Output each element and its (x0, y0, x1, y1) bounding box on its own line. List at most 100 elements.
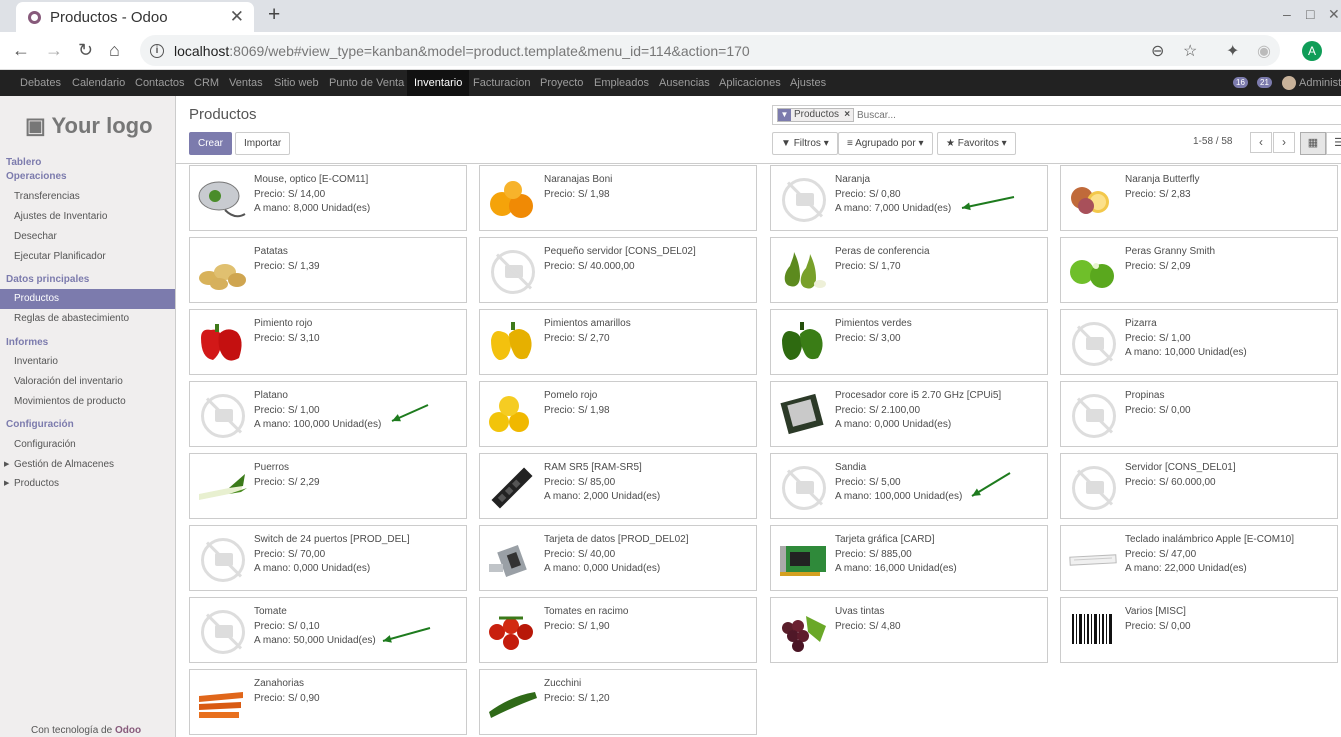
close-window-icon[interactable]: ✕ (1328, 6, 1340, 23)
menu-inventario[interactable]: Inventario (407, 70, 470, 96)
url-field[interactable]: i localhost:8069/web#view_type=kanban&mo… (140, 35, 1280, 66)
home-icon[interactable]: ⌂ (109, 40, 120, 61)
product-stock: A mano: 10,000 Unidad(es) (1125, 347, 1247, 358)
product-card[interactable]: Naranja Precio: S/ 0,80 A mano: 7,000 Unid… (770, 165, 1048, 231)
product-card[interactable]: Mouse, optico [E-COM11] Precio: S/ 14,00 A… (189, 165, 467, 231)
product-card[interactable]: Varios [MISC] Precio: S/ 0,00 (1060, 597, 1338, 663)
product-card[interactable]: Procesador core i5 2.70 GHz [CPUi5] Preci… (770, 381, 1048, 447)
product-card[interactable]: Propinas Precio: S/ 0,00 (1060, 381, 1338, 447)
sidebar-header-datos-principales[interactable]: Datos principales (0, 270, 175, 290)
product-card[interactable]: Sandia Precio: S/ 5,00 A mano: 100,000 Uni… (770, 453, 1048, 519)
odoo-link[interactable]: Odoo (115, 725, 141, 736)
create-button[interactable]: Crear (189, 132, 233, 155)
pager-next-button[interactable]: › (1273, 132, 1295, 153)
list-view-button[interactable]: ☰ (1326, 132, 1341, 155)
close-tab-icon[interactable]: ✕ (230, 7, 244, 27)
groupby-dropdown[interactable]: ≡ Agrupado por ▾ (838, 132, 933, 155)
site-info-icon[interactable]: i (150, 43, 164, 58)
menu-contactos[interactable]: Contactos (135, 70, 185, 96)
sidebar-item-reglas-abastecimiento[interactable]: Reglas de abastecimiento (0, 309, 175, 329)
menu-ausencias[interactable]: Ausencias (659, 70, 710, 96)
bookmark-star-icon[interactable]: ☆ (1183, 41, 1197, 61)
product-card[interactable]: Tarjeta de datos [PROD_DEL02] Precio: S/ … (479, 525, 757, 591)
messages-badge[interactable]: 16 (1233, 77, 1248, 88)
filters-dropdown[interactable]: ▼ Filtros ▾ (772, 132, 838, 155)
placeholder-icon (485, 246, 539, 296)
menu-proyecto[interactable]: Proyecto (540, 70, 583, 96)
sidebar-header-operaciones[interactable]: Operaciones (0, 167, 175, 187)
browser-tab[interactable]: Productos - Odoo ✕ (16, 2, 254, 32)
reload-icon[interactable]: ↻ (78, 40, 93, 61)
menu-facturacion[interactable]: Facturacion (473, 70, 530, 96)
product-card[interactable]: Patatas Precio: S/ 1,39 (189, 237, 467, 303)
product-card[interactable]: Tomates en racimo Precio: S/ 1,90 (479, 597, 757, 663)
product-card[interactable]: Puerros Precio: S/ 2,29 (189, 453, 467, 519)
import-button[interactable]: Importar (235, 132, 291, 155)
menu-debates[interactable]: Debates (20, 70, 61, 96)
product-name: Tomates en racimo (544, 606, 629, 617)
extension-icon-2[interactable]: ◉ (1257, 41, 1271, 61)
sidebar-item-transferencias[interactable]: Transferencias (0, 187, 175, 207)
menu-calendario[interactable]: Calendario (72, 70, 125, 96)
extension-icon[interactable]: ✦ (1226, 41, 1239, 61)
product-card[interactable]: Pimiento rojo Precio: S/ 3,10 (189, 309, 467, 375)
product-card[interactable]: Peras de conferencia Precio: S/ 1,70 (770, 237, 1048, 303)
product-card[interactable]: Servidor [CONS_DEL01] Precio: S/ 60.000,0… (1060, 453, 1338, 519)
maximize-icon[interactable]: □ (1306, 6, 1314, 22)
sidebar-item-ejecutar-planificador[interactable]: Ejecutar Planificador (0, 247, 175, 267)
menu-ventas[interactable]: Ventas (229, 70, 263, 96)
product-card[interactable]: Switch de 24 puertos [PROD_DEL] Precio: S… (189, 525, 467, 591)
product-card[interactable]: Zanahorias Precio: S/ 0,90 (189, 669, 467, 735)
product-card[interactable]: Pimientos verdes Precio: S/ 3,00 (770, 309, 1048, 375)
product-card[interactable]: Zucchini Precio: S/ 1,20 (479, 669, 757, 735)
favorites-dropdown[interactable]: ★ Favoritos ▾ (937, 132, 1016, 155)
product-card[interactable]: Pequeño servidor [CONS_DEL02] Precio: S/ … (479, 237, 757, 303)
product-card[interactable]: Pomelo rojo Precio: S/ 1,98 (479, 381, 757, 447)
minimize-icon[interactable]: – (1283, 6, 1291, 22)
user-menu[interactable]: Administr (1299, 70, 1341, 96)
zoom-icon[interactable]: ⊖ (1151, 41, 1164, 61)
search-facet[interactable]: ▼ Productos × (777, 108, 855, 122)
activities-badge[interactable]: 21 (1257, 77, 1272, 88)
sidebar-item-desechar[interactable]: Desechar (0, 227, 175, 247)
product-card[interactable]: Pimientos amarillos Precio: S/ 2,70 (479, 309, 757, 375)
product-card[interactable]: RAM SR5 [RAM-SR5] Precio: S/ 85,00 A mano:… (479, 453, 757, 519)
sidebar-item-movimientos[interactable]: Movimientos de producto (0, 392, 175, 412)
product-info: Tarjeta de datos [PROD_DEL02] Precio: S/ … (544, 533, 689, 577)
product-card[interactable]: Tarjeta gráfica [CARD] Precio: S/ 885,00 A… (770, 525, 1048, 591)
sidebar-item-productos[interactable]: Productos (0, 289, 175, 309)
menu-sitio-web[interactable]: Sitio web (274, 70, 319, 96)
product-card[interactable]: Naranja Butterfly Precio: S/ 2,83 (1060, 165, 1338, 231)
sidebar-item-productos-config[interactable]: ▶ Productos (0, 474, 175, 494)
pager-value[interactable]: 1-58 / 58 (1193, 136, 1232, 147)
product-card[interactable]: Naranajas Boni Precio: S/ 1,98 (479, 165, 757, 231)
menu-aplicaciones[interactable]: Aplicaciones (719, 70, 781, 96)
kanban-view-button[interactable]: ▦ (1300, 132, 1326, 155)
menu-punto-de-venta[interactable]: Punto de Venta (329, 70, 404, 96)
profile-avatar[interactable]: A (1302, 41, 1322, 61)
user-avatar[interactable] (1282, 76, 1296, 90)
back-icon[interactable]: ← (12, 40, 30, 61)
product-card[interactable]: Teclado inalámbrico Apple [E-COM10] Preci… (1060, 525, 1338, 591)
menu-ajustes[interactable]: Ajustes (790, 70, 826, 96)
product-card[interactable]: Pizarra Precio: S/ 1,00 A mano: 10,000 Uni… (1060, 309, 1338, 375)
search-bar[interactable]: ▼ Productos × (772, 105, 1341, 125)
sidebar-header-informes[interactable]: Informes (0, 333, 175, 353)
sidebar-item-ajustes-inventario[interactable]: Ajustes de Inventario (0, 207, 175, 227)
product-card[interactable]: Platano Precio: S/ 1,00 A mano: 100,000 Un… (189, 381, 467, 447)
forward-icon[interactable]: → (45, 40, 63, 61)
sidebar-item-valoracion[interactable]: Valoración del inventario (0, 372, 175, 392)
sidebar-item-configuracion[interactable]: Configuración (0, 435, 175, 455)
product-card[interactable]: Peras Granny Smith Precio: S/ 2,09 (1060, 237, 1338, 303)
menu-empleados[interactable]: Empleados (594, 70, 649, 96)
product-card[interactable]: Tomate Precio: S/ 0,10 A mano: 50,000 Unid… (189, 597, 467, 663)
remove-facet-icon[interactable]: × (844, 109, 850, 121)
search-input[interactable] (857, 107, 1257, 123)
new-tab-icon[interactable]: + (268, 3, 280, 27)
sidebar-item-gestion-almacenes[interactable]: ▶ Gestión de Almacenes (0, 455, 175, 475)
menu-crm[interactable]: CRM (194, 70, 219, 96)
pager-previous-button[interactable]: ‹ (1250, 132, 1272, 153)
sidebar-header-configuracion[interactable]: Configuración (0, 415, 175, 435)
sidebar-item-inventario[interactable]: Inventario (0, 352, 175, 372)
product-card[interactable]: Uvas tintas Precio: S/ 4,80 (770, 597, 1048, 663)
